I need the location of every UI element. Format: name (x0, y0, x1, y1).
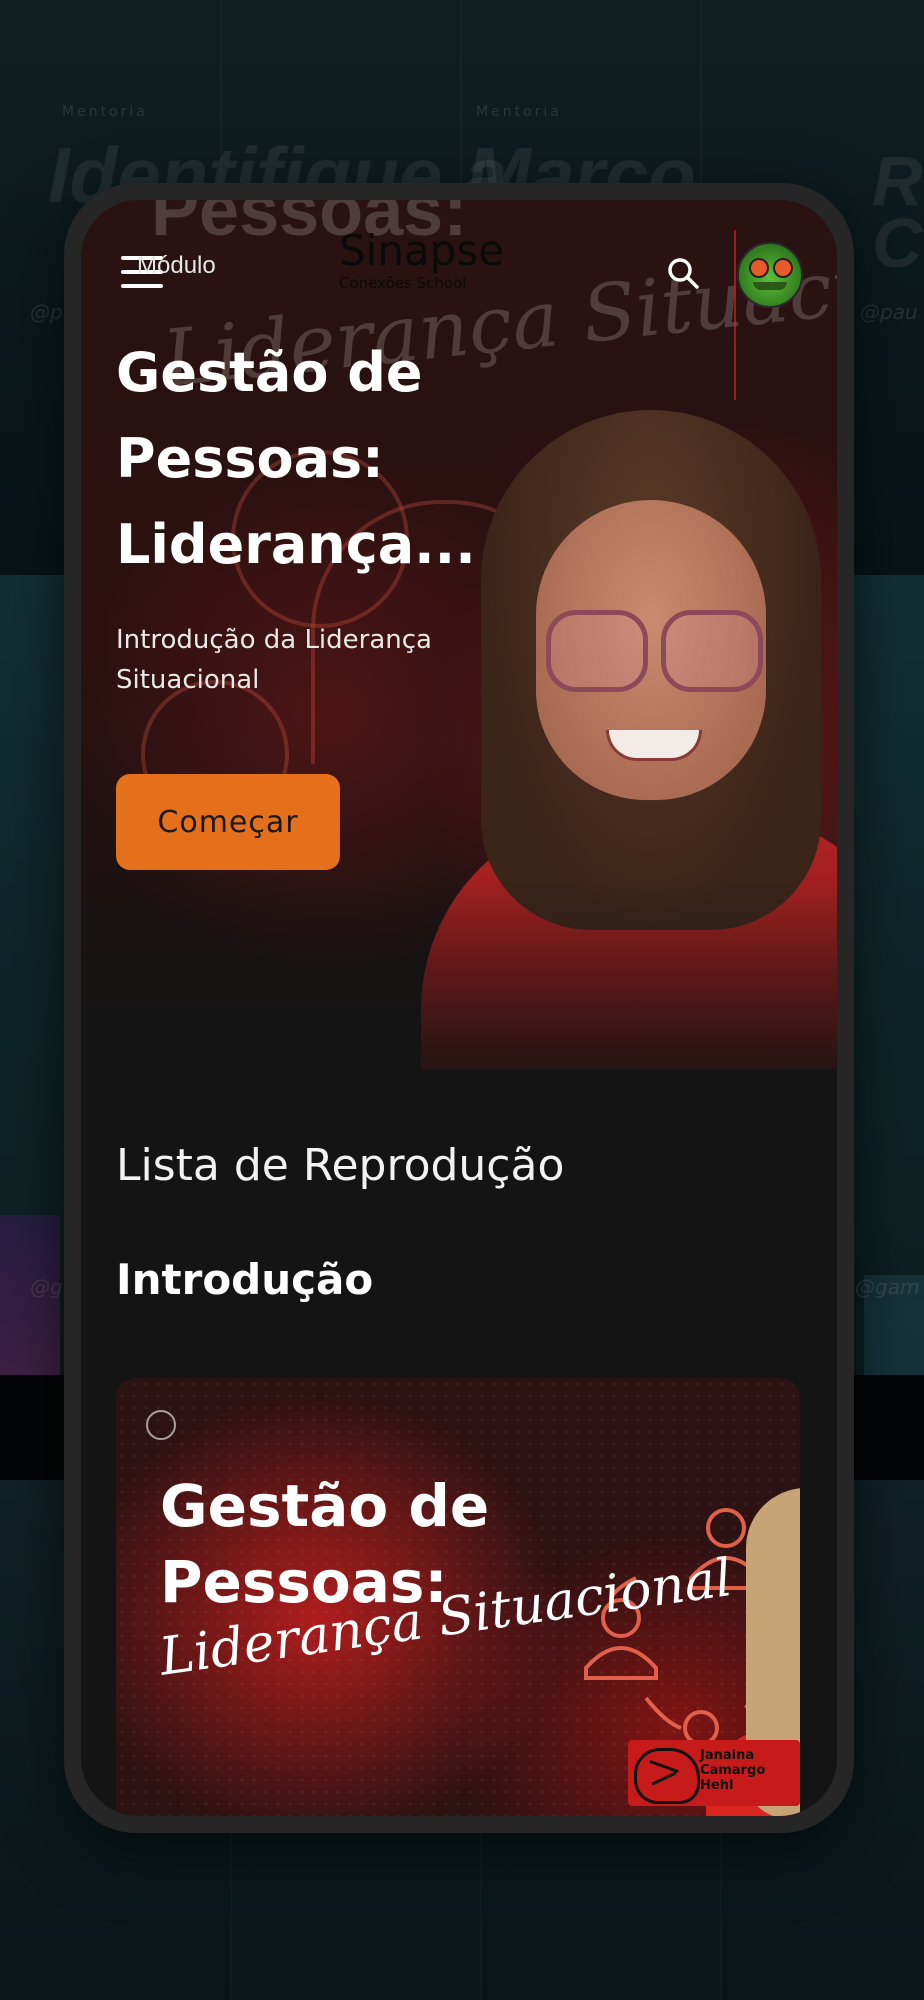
top-header: Módulo Sinapse Conexões School (81, 200, 837, 320)
brain-icon (634, 1748, 700, 1804)
instructor-name: Janaina Camargo Hehl (700, 1748, 766, 1793)
menu-label[interactable]: Módulo (137, 252, 216, 280)
phone-frame: Pessoas: Liderança Situacional Módulo Si… (64, 183, 854, 1833)
phone-screen: Pessoas: Liderança Situacional Módulo Si… (81, 200, 837, 1816)
brand-logo[interactable]: Sinapse Conexões School (339, 226, 505, 293)
user-avatar[interactable] (737, 242, 803, 308)
circle-icon (146, 1410, 176, 1440)
playlist-heading: Lista de Reprodução (116, 1140, 565, 1191)
search-icon[interactable] (666, 256, 700, 290)
module-title: Introdução (116, 1255, 374, 1304)
start-button[interactable]: Começar (116, 774, 340, 870)
course-title: Gestão de Pessoas: Liderança... (116, 341, 476, 576)
hero-banner: Pessoas: Liderança Situacional Módulo Si… (81, 200, 837, 1110)
lesson-card[interactable]: Gestão de Pessoas: Liderança Situacional… (116, 1378, 800, 1816)
course-subtitle: Introdução da Liderança Situacional (116, 625, 432, 695)
logo-subtext: Conexões School (339, 274, 467, 292)
instructor-name-tag: Janaina Camargo Hehl (628, 1740, 800, 1806)
logo-text: Sinapse (339, 226, 505, 275)
